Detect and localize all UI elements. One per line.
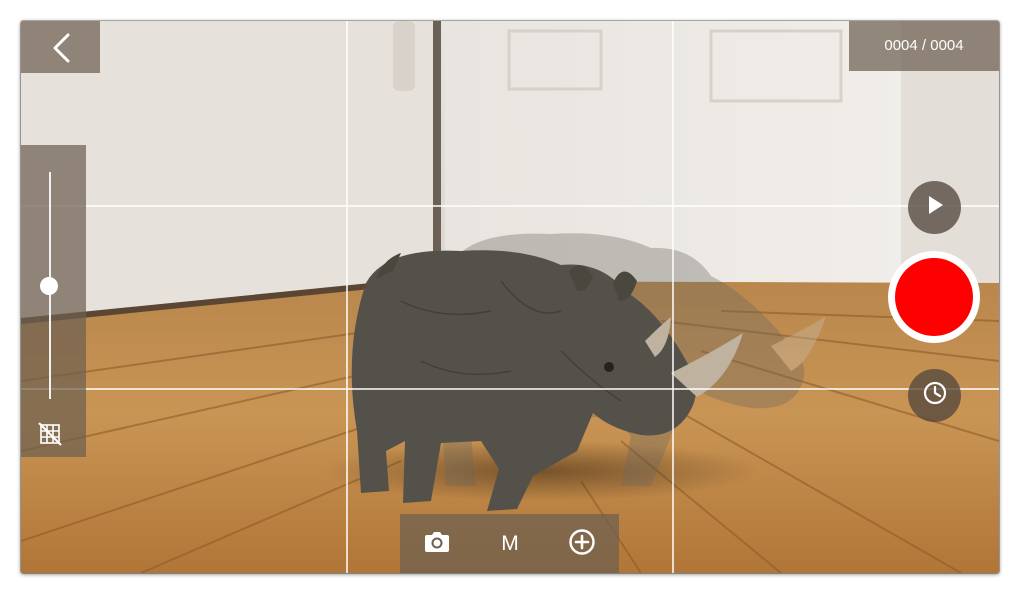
add-button[interactable] (562, 524, 602, 564)
back-button[interactable] (21, 21, 100, 73)
mode-label: M (501, 532, 519, 555)
record-icon (895, 258, 973, 336)
play-icon (924, 193, 946, 222)
frame-counter: 0004 / 0004 (849, 21, 999, 71)
exposure-panel (21, 145, 86, 457)
exposure-slider-thumb[interactable] (40, 276, 58, 295)
grid-line (21, 388, 999, 390)
grid-toggle-button[interactable] (36, 420, 64, 448)
grid-line (672, 21, 674, 573)
camera-button[interactable] (417, 524, 457, 564)
timer-button[interactable] (908, 369, 961, 422)
play-button[interactable] (908, 181, 961, 234)
clock-icon (922, 380, 948, 411)
manual-mode-button[interactable]: M (490, 524, 530, 564)
camera-icon (423, 530, 451, 559)
grid-line (346, 21, 348, 573)
camera-viewfinder: 0004 / 0004 M (21, 21, 999, 573)
capture-toolbar: M (400, 514, 619, 573)
plus-circle-icon (568, 528, 596, 561)
record-button[interactable] (888, 251, 980, 343)
grid-line (21, 205, 999, 207)
grid-off-icon (36, 422, 64, 452)
camera-preview-image (21, 21, 999, 573)
